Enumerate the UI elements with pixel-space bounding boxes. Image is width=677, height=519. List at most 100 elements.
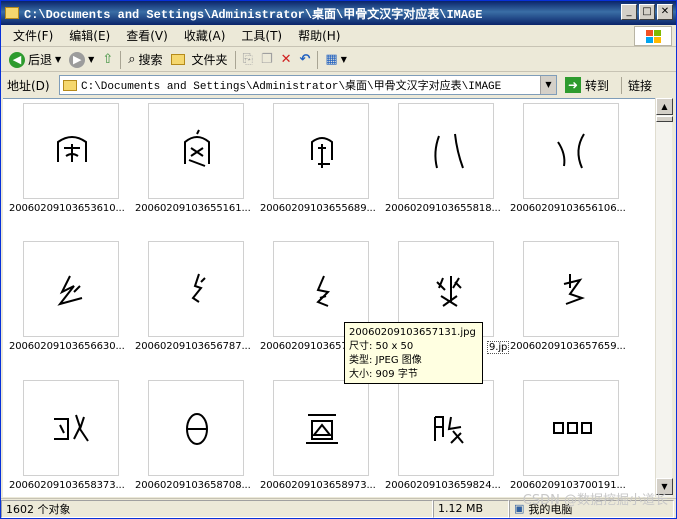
- oracle-glyph-icon: [306, 414, 338, 444]
- menu-bar: 文件(F) 编辑(E) 查看(V) 收藏(A) 工具(T) 帮助(H): [1, 25, 676, 47]
- thumbnail-image[interactable]: [148, 103, 244, 199]
- delete-icon: ✕: [280, 52, 292, 67]
- file-name[interactable]: 20060209103656106...: [510, 203, 626, 214]
- back-label: 后退: [28, 53, 53, 67]
- links-button[interactable]: 链接: [621, 76, 652, 94]
- watermark: CSDN @数据挖掘小道长: [522, 493, 668, 508]
- thumbnail-image[interactable]: [523, 241, 619, 337]
- oracle-glyph-icon: [184, 129, 210, 167]
- file-thumbnail-view[interactable]: 20060209103653610... 20060209103655161..…: [3, 98, 655, 497]
- minimize-button[interactable]: _: [621, 4, 637, 20]
- menu-view[interactable]: 查看(V): [118, 25, 176, 46]
- oracle-glyph-icon: [434, 133, 464, 169]
- address-bar: 地址(D) C:\Documents and Settings\Administ…: [1, 73, 676, 97]
- copy-icon: ❐: [260, 52, 273, 67]
- folders-label: 文件夹: [191, 53, 228, 67]
- explorer-window: C:\Documents and Settings\Administrator\…: [0, 0, 677, 519]
- toolbar-separator: [234, 50, 236, 69]
- menu-file[interactable]: 文件(F): [5, 25, 61, 46]
- search-button[interactable]: ⌕ 搜索: [124, 49, 166, 71]
- thumbnail-image[interactable]: [23, 380, 119, 476]
- close-button[interactable]: ✕: [657, 4, 673, 20]
- tooltip-filename: 20060209103657131.jpg: [349, 327, 476, 338]
- thumbnail-image[interactable]: [148, 241, 244, 337]
- title-bar[interactable]: C:\Documents and Settings\Administrator\…: [1, 1, 676, 25]
- file-name[interactable]: 20060209103658973...: [260, 480, 376, 491]
- chevron-down-icon[interactable]: ▼: [88, 55, 94, 64]
- copy-to-button[interactable]: ❐: [257, 49, 277, 71]
- oracle-glyph-icon: [54, 414, 89, 442]
- thumbnail-image[interactable]: [273, 103, 369, 199]
- chevron-down-icon[interactable]: ▼: [540, 76, 556, 94]
- back-button[interactable]: ◀ 后退 ▼: [5, 49, 65, 71]
- toolbar: ◀ 后退 ▼ ▶ ▼ ⇧ ⌕ 搜索 文件夹 ⎘ ❐ ✕ ↶ ▦ ▼: [1, 48, 676, 72]
- move-icon: ⎘: [242, 52, 253, 67]
- thumbnail-image[interactable]: [23, 241, 119, 337]
- oracle-glyph-icon: [557, 133, 585, 169]
- back-arrow-icon: ◀: [9, 51, 25, 68]
- toolbar-separator: [317, 50, 319, 69]
- folder-icon: [63, 79, 77, 91]
- vertical-scrollbar[interactable]: ▲ ▼: [655, 98, 673, 497]
- thumbnail-image[interactable]: [398, 380, 494, 476]
- oracle-glyph-icon: [553, 422, 592, 434]
- views-button[interactable]: ▦ ▼: [321, 49, 350, 71]
- thumbnail-image[interactable]: [273, 380, 369, 476]
- thumbnail-image[interactable]: [148, 380, 244, 476]
- thumbnail-image[interactable]: [23, 103, 119, 199]
- search-label: 搜索: [138, 53, 163, 67]
- thumbnail-image[interactable]: [523, 380, 619, 476]
- file-name[interactable]: 20060209103658708...: [135, 480, 251, 491]
- go-button[interactable]: ➜ 转到: [565, 77, 609, 94]
- chevron-down-icon[interactable]: ▼: [341, 55, 347, 64]
- file-name[interactable]: 20060209103657: [260, 341, 348, 352]
- menu-tools[interactable]: 工具(T): [233, 25, 290, 46]
- file-name[interactable]: 20060209103655818...: [385, 203, 501, 214]
- file-name[interactable]: 20060209103653610...: [9, 203, 125, 214]
- search-icon: ⌕: [128, 52, 136, 67]
- file-name[interactable]: 20060209103659824...: [385, 480, 501, 491]
- oracle-glyph-icon: [191, 273, 206, 303]
- file-name[interactable]: 20060209103658373...: [9, 480, 125, 491]
- oracle-glyph-icon: [57, 275, 83, 306]
- file-name[interactable]: 20060209103657659...: [510, 341, 626, 352]
- forward-button[interactable]: ▶ ▼: [65, 49, 98, 71]
- file-name[interactable]: 20060209103655161...: [135, 203, 251, 214]
- menu-favorites[interactable]: 收藏(A): [176, 25, 234, 46]
- folder-icon: [170, 54, 185, 65]
- thumbnail-image[interactable]: [398, 103, 494, 199]
- menu-help[interactable]: 帮助(H): [290, 25, 348, 46]
- up-folder-button[interactable]: ⇧: [98, 49, 117, 71]
- scrollbar-thumb[interactable]: [656, 116, 673, 122]
- address-field[interactable]: C:\Documents and Settings\Administrator\…: [59, 75, 557, 95]
- folder-icon: [5, 7, 19, 19]
- folder-up-icon: ⇧: [102, 52, 114, 67]
- undo-icon: ↶: [299, 52, 311, 67]
- toolbar-separator: [120, 50, 122, 69]
- window-title: C:\Documents and Settings\Administrator\…: [24, 7, 483, 22]
- go-arrow-icon: ➜: [565, 77, 581, 93]
- maximize-button[interactable]: □: [639, 4, 655, 20]
- address-value[interactable]: C:\Documents and Settings\Administrator\…: [81, 77, 501, 93]
- folders-button[interactable]: 文件夹: [167, 49, 232, 71]
- file-name[interactable]: 20060209103656630...: [9, 341, 125, 352]
- thumbnail-image[interactable]: [523, 103, 619, 199]
- file-name[interactable]: 20060209103655689...: [260, 203, 376, 214]
- go-label: 转到: [585, 78, 610, 93]
- undo-button[interactable]: ↶: [296, 49, 315, 71]
- window-controls: _ □ ✕: [621, 4, 673, 20]
- chevron-down-icon[interactable]: ▼: [55, 55, 61, 64]
- delete-button[interactable]: ✕: [277, 49, 296, 71]
- oracle-glyph-icon: [434, 416, 464, 444]
- move-to-button[interactable]: ⎘: [239, 49, 257, 71]
- scroll-up-button[interactable]: ▲: [656, 98, 673, 115]
- file-name[interactable]: 20060209103656787...: [135, 341, 251, 352]
- oracle-glyph-icon: [311, 137, 333, 168]
- oracle-glyph-icon: [57, 136, 87, 162]
- tooltip-dimensions: 尺寸: 50 x 50: [349, 341, 414, 352]
- file-name-selected[interactable]: 9.jp: [487, 341, 510, 354]
- views-icon: ▦: [325, 52, 338, 67]
- file-info-tooltip: 20060209103657131.jpg 尺寸: 50 x 50 类型: JP…: [344, 322, 483, 384]
- forward-arrow-icon: ▶: [69, 51, 86, 68]
- menu-edit[interactable]: 编辑(E): [61, 25, 118, 46]
